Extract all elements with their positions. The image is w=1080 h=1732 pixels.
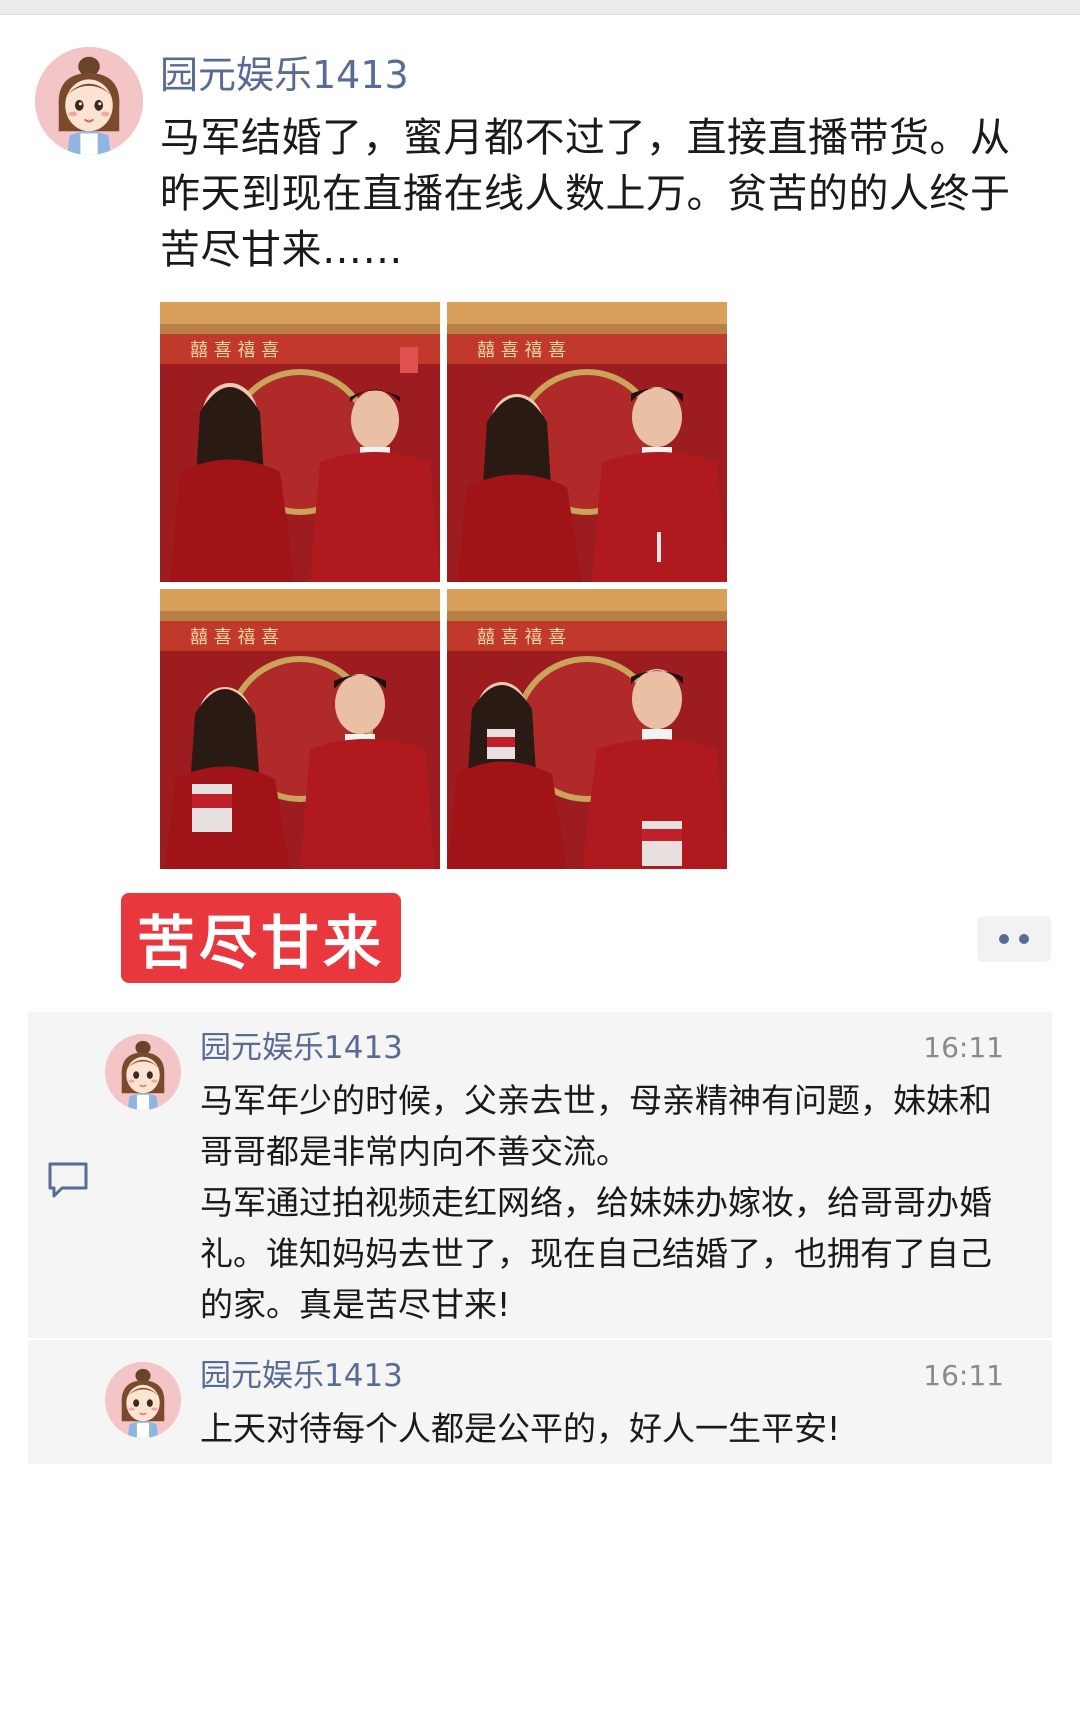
comment-author-name[interactable]: 园元娱乐1413 xyxy=(200,1354,403,1398)
comment-time: 16:11 xyxy=(923,1359,1004,1392)
couple-photo-icon: 囍 喜 禧 喜 xyxy=(160,302,440,582)
more-actions-button[interactable] xyxy=(977,916,1051,962)
photo-grid: 囍 喜 禧 喜 囍 喜 禧 喜 囍 喜 禧 喜 囍 喜 禧 喜 xyxy=(160,302,727,869)
post-author-avatar[interactable] xyxy=(35,47,143,155)
couple-photo-icon: 囍 喜 禧 喜 xyxy=(447,589,727,869)
couple-photo-icon: 囍 喜 禧 喜 xyxy=(447,302,727,582)
svg-text:囍 喜 禧 喜: 囍 喜 禧 喜 xyxy=(477,627,566,648)
svg-text:囍 喜 禧 喜: 囍 喜 禧 喜 xyxy=(477,340,566,361)
couple-photo-icon: 囍 喜 禧 喜 xyxy=(160,589,440,869)
cartoon-girl-avatar-icon xyxy=(105,1034,181,1110)
post-photo-1[interactable]: 囍 喜 禧 喜 xyxy=(160,302,440,582)
comment-author-name[interactable]: 园元娱乐1413 xyxy=(200,1026,403,1070)
svg-text:囍 喜 禧 喜: 囍 喜 禧 喜 xyxy=(190,340,279,361)
topic-tag-badge[interactable]: 苦尽甘来 xyxy=(121,893,401,983)
post-author-name[interactable]: 园元娱乐1413 xyxy=(160,47,409,103)
post-text: 马军结婚了，蜜月都不过了，直接直播带货。从昨天到现在直播在线人数上万。贫苦的的人… xyxy=(160,115,1011,273)
comment-author-avatar[interactable] xyxy=(105,1034,181,1110)
more-dots-icon xyxy=(999,934,1009,944)
more-dots-icon xyxy=(1019,934,1029,944)
post-photo-4[interactable]: 囍 喜 禧 喜 xyxy=(447,589,727,869)
comment-bubble-icon xyxy=(46,1160,90,1200)
comment-text: 上天对待每个人都是公平的，好人一生平安! xyxy=(200,1409,841,1448)
comment-author-avatar[interactable] xyxy=(105,1362,181,1438)
post-photo-2[interactable]: 囍 喜 禧 喜 xyxy=(447,302,727,582)
comment-text: 马军年少的时候，父亲去世，母亲精神有问题，妹妹和哥哥都是非常内向不善交流。 马军… xyxy=(200,1081,992,1324)
cartoon-girl-avatar-icon xyxy=(105,1362,181,1438)
svg-text:囍 喜 禧 喜: 囍 喜 禧 喜 xyxy=(190,627,279,648)
comment-time: 16:11 xyxy=(923,1031,1004,1064)
cartoon-girl-avatar-icon xyxy=(35,47,143,155)
post-photo-3[interactable]: 囍 喜 禧 喜 xyxy=(160,589,440,869)
comment-divider xyxy=(28,1338,1052,1340)
top-status-strip xyxy=(0,0,1080,15)
